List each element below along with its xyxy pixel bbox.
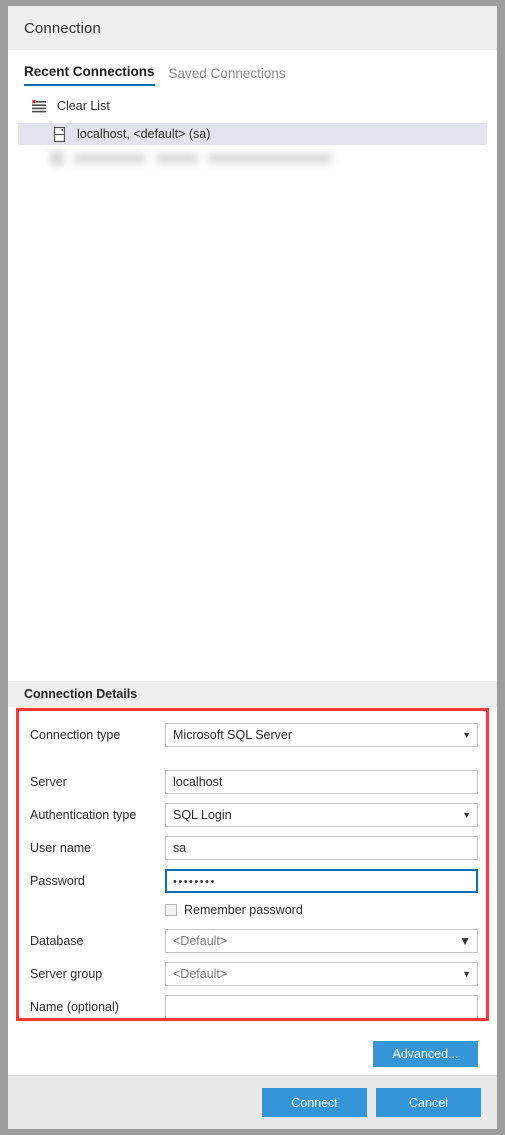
recent-connections-list: Clear List localhost, <default> (sa) xyxy=(8,86,497,681)
list-item-label xyxy=(74,153,146,163)
row-spacer xyxy=(8,756,497,770)
authentication-type-field[interactable]: SQL Login ▼ xyxy=(165,803,478,827)
server-icon xyxy=(50,126,68,142)
field-row-server: Server localhost xyxy=(8,770,497,794)
server-group-select[interactable]: <Default> xyxy=(165,962,478,986)
tab-strip: Recent Connections Saved Connections xyxy=(8,50,497,86)
advanced-button-row: Advanced... xyxy=(8,1028,497,1067)
list-item-label-part xyxy=(208,153,332,163)
database-label: Database xyxy=(30,934,84,948)
field-row-connection-type: Connection type Microsoft SQL Server ▼ xyxy=(8,723,497,747)
user-name-input[interactable]: sa xyxy=(165,836,478,860)
connection-details-header: Connection Details xyxy=(8,681,497,707)
server-input[interactable]: localhost xyxy=(165,770,478,794)
server-group-label: Server group xyxy=(30,967,103,981)
name-optional-input[interactable] xyxy=(165,995,478,1019)
password-field[interactable]: •••••••• xyxy=(165,869,478,893)
user-name-label: User name xyxy=(30,841,92,855)
connect-button[interactable]: Connect xyxy=(262,1088,367,1117)
remember-password-checkbox[interactable] xyxy=(165,904,177,916)
database-field[interactable]: <Default> ▼ xyxy=(165,929,478,953)
name-optional-label: Name (optional) xyxy=(30,1000,119,1014)
clear-list-label: Clear List xyxy=(57,99,110,113)
password-input[interactable]: •••••••• xyxy=(165,869,478,893)
list-item[interactable]: localhost, <default> (sa) xyxy=(18,123,487,145)
list-item-label-part xyxy=(156,153,198,163)
advanced-button[interactable]: Advanced... xyxy=(373,1041,478,1067)
field-row-server-group: Server group <Default> ▼ xyxy=(8,962,497,986)
user-name-field[interactable]: sa xyxy=(165,836,478,860)
field-row-password: Password •••••••• xyxy=(8,869,497,893)
field-row-authentication-type: Authentication type SQL Login ▼ xyxy=(8,803,497,827)
remember-password-row[interactable]: Remember password xyxy=(8,902,497,917)
connection-details-panel: Connection type Microsoft SQL Server ▼ S… xyxy=(8,707,497,1075)
connection-details-title: Connection Details xyxy=(24,687,138,701)
list-item-label: localhost, <default> (sa) xyxy=(77,127,211,141)
page-title: Connection xyxy=(24,19,101,37)
server-icon xyxy=(50,151,64,165)
tab-recent-connections[interactable]: Recent Connections xyxy=(24,64,155,86)
server-field[interactable]: localhost xyxy=(165,770,478,794)
authentication-type-select[interactable]: SQL Login xyxy=(165,803,478,827)
name-optional-field[interactable] xyxy=(165,995,478,1019)
dialog-footer: Connect Cancel xyxy=(8,1075,497,1129)
clear-list-icon xyxy=(30,98,48,114)
field-row-database: Database <Default> ▼ xyxy=(8,929,497,953)
dialog-title-bar: Connection xyxy=(8,6,497,50)
connection-dialog: Connection Recent Connections Saved Conn… xyxy=(8,6,497,1129)
server-group-field[interactable]: <Default> ▼ xyxy=(165,962,478,986)
connection-type-select[interactable]: Microsoft SQL Server xyxy=(165,723,478,747)
authentication-type-label: Authentication type xyxy=(30,808,137,822)
list-item[interactable] xyxy=(18,145,497,171)
field-row-name-optional: Name (optional) xyxy=(8,995,497,1019)
field-row-user-name: User name sa xyxy=(8,836,497,860)
database-select[interactable]: <Default> xyxy=(165,929,478,953)
password-label: Password xyxy=(30,874,85,888)
clear-list-button[interactable]: Clear List xyxy=(8,95,497,117)
connection-type-label: Connection type xyxy=(30,728,121,742)
connection-type-field[interactable]: Microsoft SQL Server ▼ xyxy=(165,723,478,747)
remember-password-label: Remember password xyxy=(184,903,303,917)
server-label: Server xyxy=(30,775,67,789)
cancel-button[interactable]: Cancel xyxy=(376,1088,481,1117)
tab-saved-connections[interactable]: Saved Connections xyxy=(169,66,286,86)
